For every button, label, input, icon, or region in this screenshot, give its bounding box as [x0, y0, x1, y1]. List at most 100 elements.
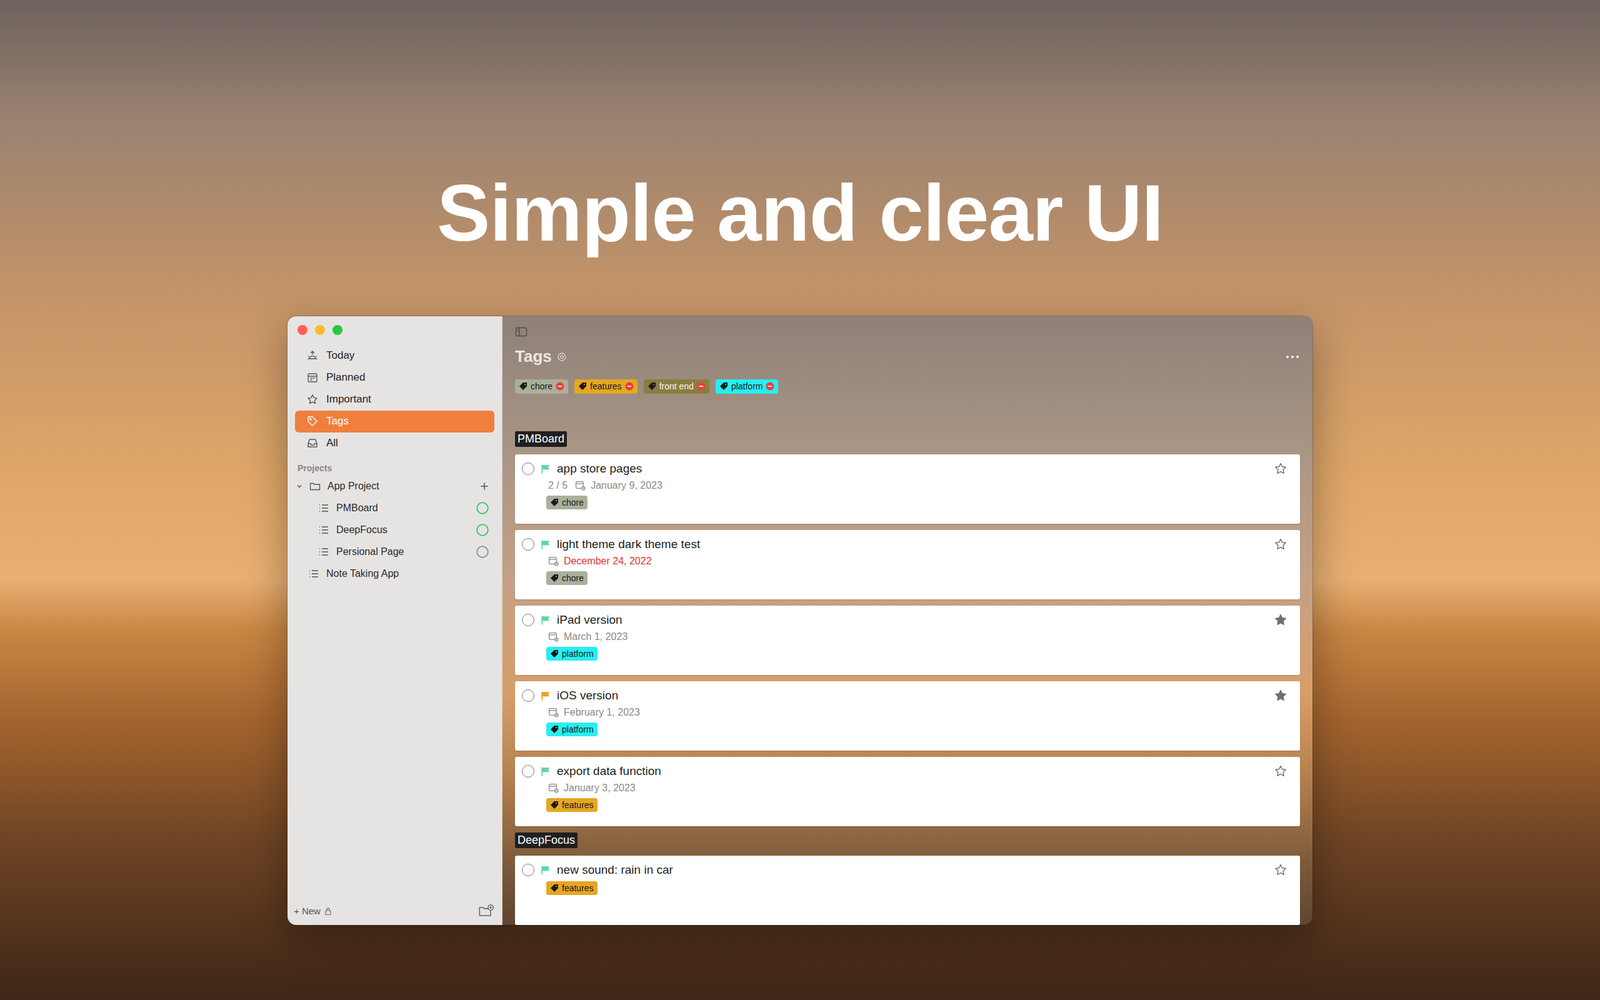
window-controls	[287, 316, 502, 338]
tag-icon	[550, 725, 559, 734]
project-list[interactable]: DeepFocus	[287, 519, 502, 542]
project-tree: App Project PMBoard DeepFocus Persional …	[287, 475, 502, 585]
all-icon	[306, 436, 319, 450]
complete-checkbox[interactable]	[521, 689, 535, 702]
add-list-icon[interactable]	[479, 481, 490, 492]
task-card[interactable]: new sound: rain in car features	[515, 855, 1300, 925]
tag-icon	[518, 381, 528, 391]
task-meta: 2 / 5 January 9, 2023	[521, 480, 1288, 492]
due-date: December 24, 2022	[563, 555, 652, 567]
task-tag[interactable]: chore	[546, 495, 588, 510]
headline: Simple and clear UI	[436, 165, 1164, 262]
minimize-button[interactable]	[315, 325, 325, 335]
star-outline-icon[interactable]	[1273, 863, 1288, 877]
sidebar-toggle-icon[interactable]	[515, 326, 528, 337]
task-meta: January 3, 2023	[521, 782, 1288, 794]
important-icon	[306, 393, 319, 406]
task-title: app store pages	[556, 461, 1268, 476]
tag-icon	[550, 573, 559, 583]
task-card[interactable]: app store pages 2 / 5 January 9, 2023 ch…	[515, 454, 1300, 524]
due-date-icon	[548, 782, 559, 794]
task-title: export data function	[556, 764, 1268, 779]
tag-filter-chip[interactable]: chore	[515, 379, 569, 394]
main-pane: Tags chore features front end platform P…	[502, 316, 1313, 925]
sidebar-item[interactable]: Tags	[295, 410, 495, 433]
page-title: Tags	[515, 346, 552, 367]
task-groups: PMBoard app store pages 2 / 5 January 9,…	[515, 431, 1300, 925]
task-card[interactable]: iPad version March 1, 2023 platform	[515, 605, 1300, 675]
task-tag[interactable]: features	[546, 798, 598, 813]
tag-filter-chip[interactable]: platform	[715, 379, 779, 394]
remove-tag-icon[interactable]	[625, 381, 634, 391]
task-card[interactable]: iOS version February 1, 2023 platform	[515, 681, 1300, 751]
due-date: January 9, 2023	[590, 480, 663, 492]
sidebar-item[interactable]: Important	[295, 388, 495, 411]
remove-tag-icon[interactable]	[696, 381, 706, 391]
star-filled-icon[interactable]	[1273, 688, 1288, 703]
tag-filter-chip[interactable]: front end	[643, 379, 710, 394]
complete-checkbox[interactable]	[521, 613, 535, 627]
sidebar-item[interactable]: Today	[295, 345, 495, 367]
flag-icon	[540, 539, 551, 550]
tag-filter-chip[interactable]: features	[574, 379, 638, 394]
new-folder-icon[interactable]	[478, 903, 495, 919]
more-icon[interactable]	[1285, 354, 1300, 360]
task-title: iOS version	[556, 688, 1268, 703]
sidebar-footer: + New	[287, 903, 502, 925]
sidebar-item[interactable]: All	[295, 432, 495, 455]
due-date: March 1, 2023	[563, 631, 628, 643]
due-date-icon	[548, 706, 559, 718]
sidebar: Today Planned Important Tags All Project…	[287, 316, 503, 925]
remove-tag-icon[interactable]	[555, 381, 565, 391]
tag-icon	[647, 381, 657, 391]
progress-ring-icon	[475, 523, 490, 537]
due-date: February 1, 2023	[563, 706, 640, 719]
project-list[interactable]: Persional Page	[287, 541, 502, 564]
progress-ring-icon	[475, 545, 490, 559]
remove-tag-icon[interactable]	[765, 381, 775, 391]
flag-icon	[540, 615, 551, 625]
complete-checkbox[interactable]	[521, 538, 535, 551]
star-outline-icon[interactable]	[1273, 461, 1288, 476]
filter-options-icon[interactable]	[556, 351, 567, 362]
star-outline-icon[interactable]	[1273, 537, 1288, 552]
task-meta: February 1, 2023	[521, 706, 1288, 719]
due-date: January 3, 2023	[563, 782, 636, 794]
complete-checkbox[interactable]	[521, 765, 535, 778]
progress-ring-icon	[475, 501, 490, 515]
tags-icon	[306, 415, 319, 428]
task-card[interactable]: light theme dark theme test December 24,…	[515, 530, 1300, 600]
list-icon	[317, 501, 330, 515]
toolbar	[515, 316, 1300, 341]
tag-icon	[550, 498, 559, 507]
task-tag[interactable]: features	[546, 881, 598, 896]
list-icon	[317, 523, 330, 537]
task-tag[interactable]: platform	[546, 722, 598, 737]
task-title: iPad version	[556, 613, 1268, 627]
sidebar-nav: Today Planned Important Tags All	[287, 345, 502, 455]
star-filled-icon[interactable]	[1273, 613, 1288, 627]
complete-checkbox[interactable]	[521, 863, 535, 877]
tag-icon	[550, 800, 559, 810]
due-date-icon	[575, 480, 586, 491]
project-list[interactable]: PMBoard	[287, 497, 502, 520]
task-card[interactable]: export data function January 3, 2023 fea…	[515, 756, 1300, 827]
sidebar-item[interactable]: Planned	[295, 366, 495, 389]
task-tag[interactable]: chore	[546, 571, 588, 586]
title-row: Tags	[515, 344, 1300, 370]
lock-icon	[324, 906, 332, 916]
group-header: PMBoard	[515, 431, 567, 447]
project-folder[interactable]: App Project	[287, 475, 502, 498]
flag-icon	[540, 463, 551, 474]
complete-checkbox[interactable]	[521, 462, 535, 475]
new-button[interactable]: + New	[293, 905, 332, 917]
folder-icon	[308, 480, 322, 493]
list-icon	[307, 567, 320, 580]
zoom-button[interactable]	[332, 325, 343, 335]
app-window: Today Planned Important Tags All Project…	[287, 316, 1313, 925]
chevron-down-icon[interactable]	[296, 483, 303, 490]
task-tag[interactable]: platform	[546, 646, 598, 662]
project-list[interactable]: Note Taking App	[287, 563, 502, 585]
close-button[interactable]	[297, 325, 308, 335]
star-outline-icon[interactable]	[1273, 764, 1288, 779]
